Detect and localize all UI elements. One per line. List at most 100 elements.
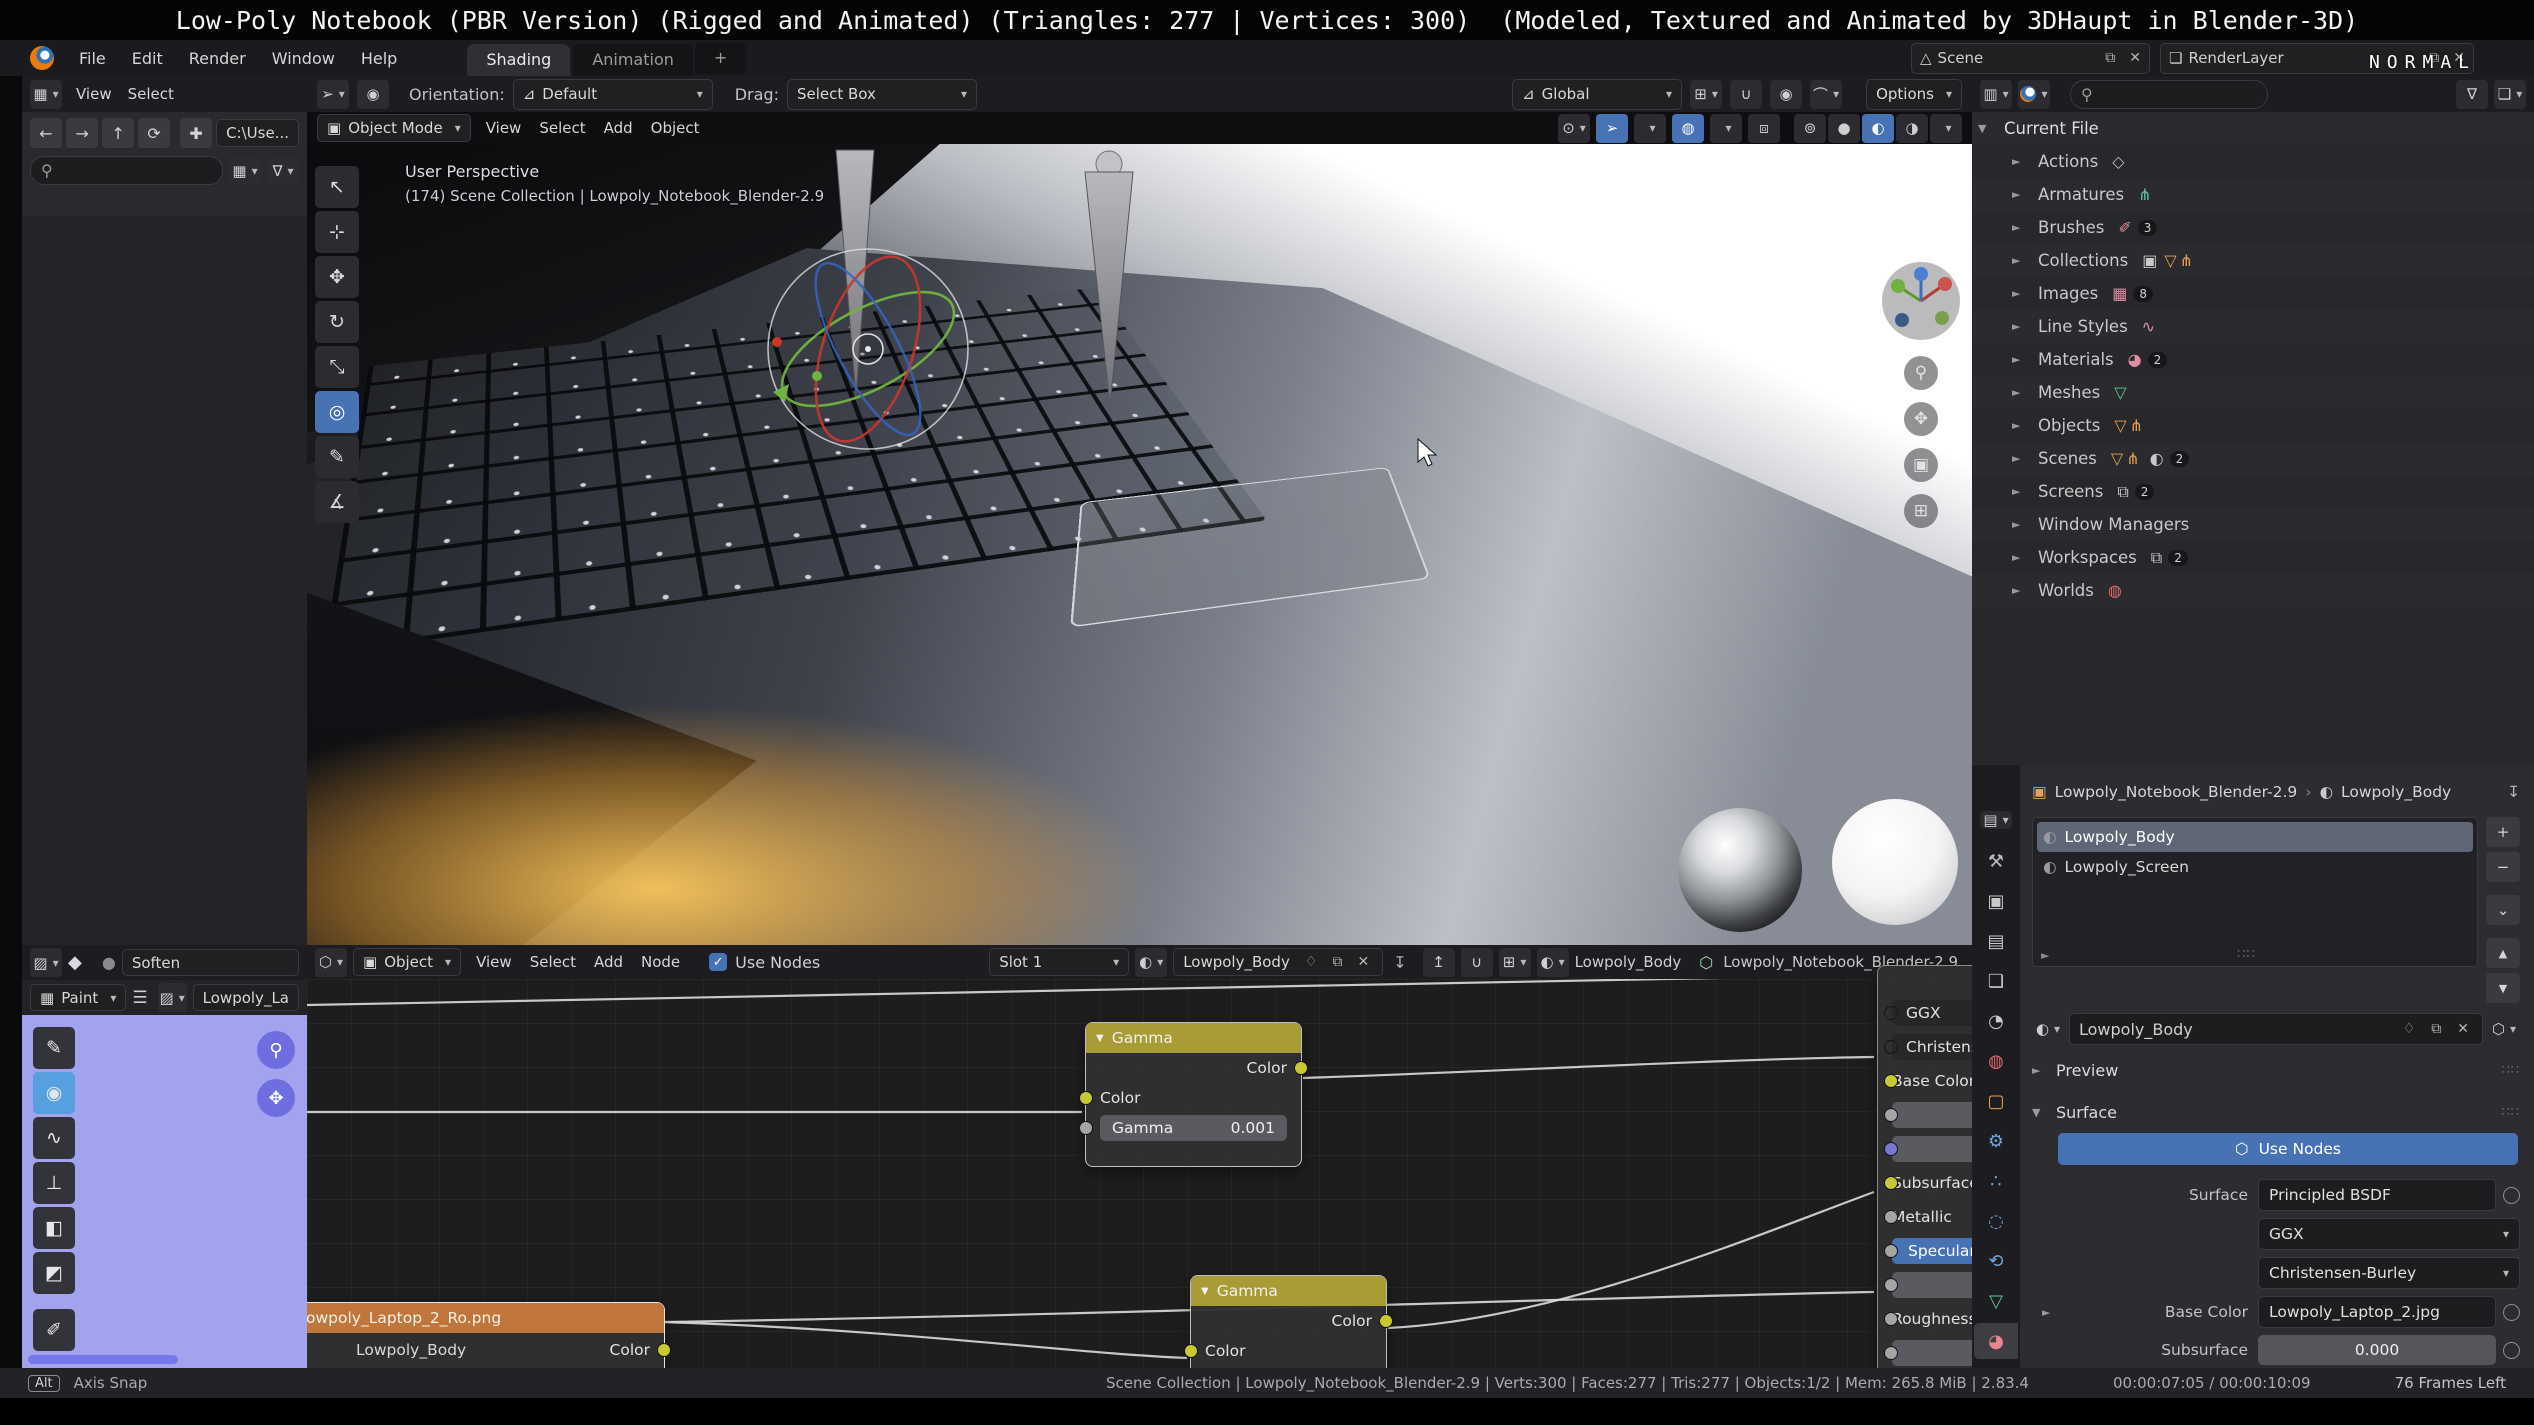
properties-tab[interactable] — [1974, 1003, 2018, 1039]
refresh-button[interactable]: ⟳ — [138, 118, 170, 148]
properties-tab[interactable] — [1974, 1123, 2018, 1159]
image-name-field[interactable]: Lowpoly_La — [193, 984, 299, 1011]
browse-material-dropdown[interactable]: ◐ — [2032, 1015, 2064, 1044]
paint-tool-button[interactable] — [33, 1072, 75, 1114]
breadcrumb-material[interactable]: Lowpoly_Body — [2341, 783, 2451, 801]
drag-dropdown[interactable]: Select Box — [787, 79, 977, 110]
snap-mode-dropdown[interactable]: ⊞ — [1499, 948, 1531, 977]
gamma-input-socket[interactable] — [1079, 1121, 1093, 1135]
collapse-icon[interactable]: ► — [2012, 353, 2038, 366]
collapse-icon[interactable]: ► — [2012, 584, 2038, 597]
brush-name-field[interactable]: Soften — [122, 949, 299, 976]
menu-item[interactable]: Node — [632, 950, 689, 974]
gamma-node-header[interactable]: ▼ Gamma — [1086, 1023, 1301, 1053]
outliner-row[interactable]: ► Window Managers — [1972, 508, 2534, 541]
image-node-header[interactable]: owpoly_Laptop_2_Ro.png — [307, 1303, 664, 1333]
workspace-tab[interactable]: Animation — [573, 44, 693, 76]
outliner-filter-mode-dropdown[interactable] — [2018, 80, 2050, 109]
properties-tab[interactable] — [1974, 883, 2018, 919]
image-texture-node[interactable]: owpoly_Laptop_2_Ro.png Lowpoly_Body Colo… — [307, 1302, 665, 1368]
brush-icon[interactable]: ◆ — [68, 952, 82, 973]
file-list-area[interactable] — [22, 216, 307, 945]
socket-icon[interactable] — [2503, 1342, 2520, 1359]
unlink-icon[interactable]: ✕ — [1353, 954, 1373, 970]
fake-user-icon[interactable]: ♢ — [2399, 1021, 2420, 1037]
menu-item[interactable]: Help — [348, 46, 410, 71]
workspace-tab[interactable]: Shading — [467, 44, 570, 76]
shading-dropdown[interactable] — [1930, 114, 1962, 143]
gamma-node-header[interactable]: ▼ Gamma — [1191, 1276, 1386, 1306]
breadcrumb-object[interactable]: Lowpoly_Notebook_Blender-2.9 — [2055, 783, 2298, 801]
move-slot-up-button[interactable]: ▲ — [2486, 938, 2520, 968]
unlink-icon[interactable]: ✕ — [2453, 1021, 2473, 1037]
outliner-row[interactable]: ► Actions — [1972, 145, 2534, 178]
perspective-toggle-button[interactable]: ⊞ — [1904, 494, 1938, 528]
collapse-icon[interactable]: ▼ — [1201, 1286, 1209, 1297]
collapse-icon[interactable]: ► — [2012, 551, 2038, 564]
paint-tool-button[interactable] — [33, 1207, 75, 1249]
material-name-field[interactable]: Lowpoly_Body ♢ ⧉ ✕ — [2069, 1013, 2483, 1045]
collapse-icon[interactable]: ► — [2012, 155, 2038, 168]
color-input-socket[interactable] — [1184, 1344, 1198, 1358]
properties-tab[interactable] — [1974, 923, 2018, 959]
paint-tool-button[interactable] — [33, 1309, 75, 1351]
browse-image-dropdown[interactable]: ▨ — [158, 983, 187, 1012]
pin-icon[interactable]: ↧ — [1393, 953, 1406, 972]
mode-dropdown[interactable]: ▦ Paint — [30, 984, 126, 1011]
falloff-dropdown[interactable]: ⌒ — [1810, 80, 1842, 109]
add-slot-button[interactable]: + — [2486, 817, 2520, 847]
properties-tab[interactable] — [1974, 1283, 2018, 1319]
horizontal-scrollbar[interactable] — [28, 1355, 178, 1364]
outliner-row[interactable]: ► Objects — [1972, 409, 2534, 442]
subsurface-slider[interactable]: 0.000 — [2258, 1335, 2496, 1365]
collapse-icon[interactable]: ► — [2012, 254, 2038, 267]
gamma-node-2[interactable]: ▼ Gamma Color Color — [1190, 1275, 1387, 1368]
overlays-toggle[interactable]: ◍ — [1672, 114, 1704, 143]
paint-tool-button[interactable] — [33, 1252, 75, 1294]
blender-logo-icon[interactable] — [30, 46, 54, 70]
collapse-icon[interactable]: ► — [2012, 320, 2038, 333]
browse-material-dropdown[interactable]: ◐ — [1135, 948, 1167, 977]
snap-magnet-toggle[interactable]: ∪ — [1730, 80, 1762, 109]
menu-item[interactable]: Select — [120, 82, 182, 106]
new-folder-button[interactable]: ✚ — [180, 118, 212, 148]
color-input-socket[interactable] — [1079, 1091, 1093, 1105]
pan-button[interactable]: ✥ — [1904, 402, 1938, 436]
path-field[interactable]: C:\Use... — [216, 119, 299, 147]
slot-specials-dropdown[interactable]: ⌄ — [2486, 895, 2520, 925]
principled-input-row[interactable]: Specular — [1892, 1237, 1972, 1264]
outliner-row[interactable]: ► Armatures — [1972, 178, 2534, 211]
armature-bone-2[interactable] — [1085, 172, 1133, 406]
collapse-icon[interactable]: ► — [2012, 485, 2038, 498]
gizmos-toggle[interactable]: ➢ — [1596, 114, 1628, 143]
display-mode-dropdown[interactable]: ▦ — [229, 156, 261, 185]
preview-section-header[interactable]: ►Preview ∷∷ — [2032, 1053, 2520, 1087]
shading-solid-button[interactable]: ● — [1828, 114, 1860, 143]
editor-type-dropdown[interactable]: ⬡ — [315, 948, 347, 977]
collapse-icon[interactable]: ► — [2012, 419, 2038, 432]
input-socket[interactable] — [1884, 1142, 1898, 1156]
viewport-tool-button[interactable] — [315, 436, 359, 478]
go-parent-node-button[interactable]: ↥ — [1423, 948, 1455, 977]
shader-type-dropdown[interactable]: ▣ Object — [353, 948, 461, 976]
input-socket[interactable] — [1884, 1040, 1898, 1054]
principled-input-row[interactable]: Anisotrop — [1892, 1339, 1972, 1366]
input-socket[interactable] — [1884, 1244, 1898, 1258]
nodetree-dropdown[interactable]: ⬡ — [2488, 1015, 2520, 1044]
material-slot-row[interactable]: ◐ Lowpoly_Body — [2037, 822, 2473, 852]
shading-material-button[interactable]: ◐ — [1862, 114, 1894, 143]
outliner-row[interactable]: ► Brushes 3 — [1972, 211, 2534, 244]
menu-item[interactable]: Select — [521, 950, 585, 974]
active-material-dropdown[interactable]: ◐ — [1537, 948, 1569, 977]
collapse-icon[interactable]: ► — [2012, 221, 2038, 234]
material-name-field[interactable]: Lowpoly_Body ♢ ⧉ ✕ — [1173, 948, 1383, 976]
panel-grip[interactable]: ∷∷ — [2501, 1063, 2520, 1078]
collapse-icon[interactable]: ▼ — [1096, 1033, 1104, 1044]
principled-input-row[interactable]: Subsurface — [1892, 1169, 1972, 1196]
outliner-row[interactable]: ► Collections — [1972, 244, 2534, 277]
transform-pivot-dropdown[interactable]: ⊿ Global — [1512, 79, 1682, 110]
collapse-icon[interactable]: ► — [2012, 518, 2038, 531]
scene-selector[interactable]: △ Scene ⧉ ✕ — [1911, 43, 2150, 74]
collapse-icon[interactable]: ► — [2012, 188, 2038, 201]
menu-item[interactable]: View — [68, 82, 120, 106]
